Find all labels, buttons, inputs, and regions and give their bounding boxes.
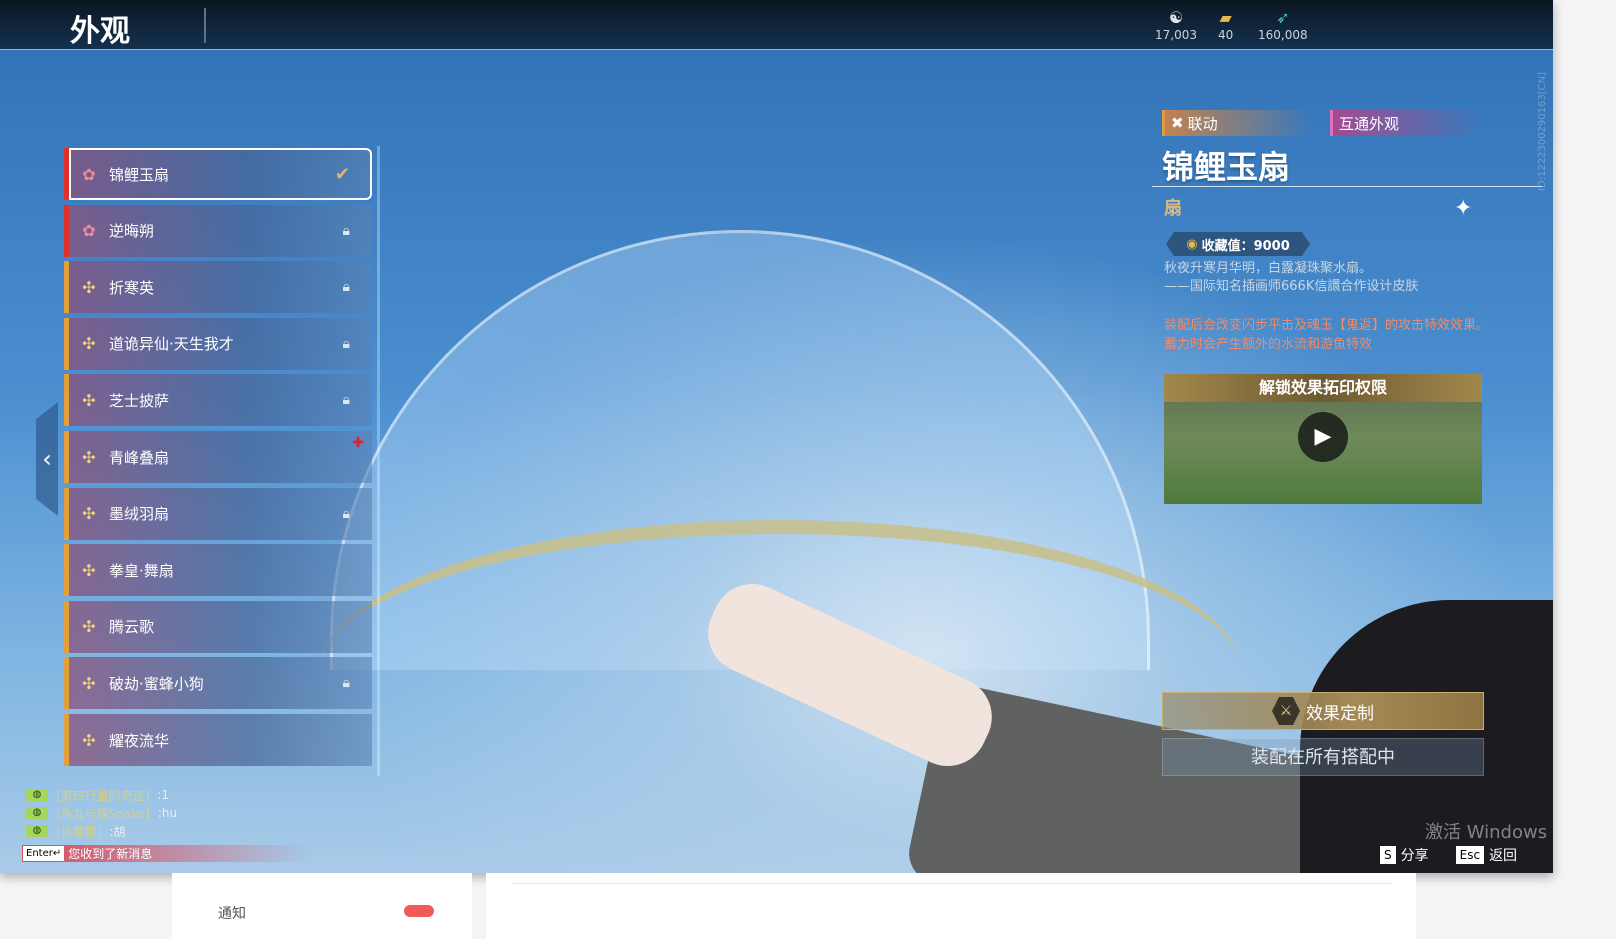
back-label[interactable]: 返回 [1489,845,1517,865]
hotkey-bar: S 分享 Esc 返回 [1380,845,1517,865]
collab-tag: ✖ 联动 [1162,110,1312,136]
chat-message: ◍ [魚丸与猫Snake]:hu [26,804,177,822]
new-message-notice[interactable]: Enter↵ 您收到了新消息 [22,845,312,862]
skin-type: 扇 [1164,198,1182,219]
skin-list-item[interactable]: ✣ 拳皇·舞扇 [64,544,372,597]
gold-ticket-icon: ▰ [1219,8,1232,27]
skin-label: 青峰叠扇 [109,448,170,467]
flower-icon: ✿ [82,164,96,184]
globe-icon: ◍ [26,807,48,819]
lock-icon: 🔒︎ [342,335,350,352]
flower-icon: ✿ [82,221,96,241]
skin-label: 折寒英 [109,278,155,297]
chat-panel[interactable]: ◍ [第四行星的奇迹]:1 ◍ [魚丸与猫Snake]:hu ◍ [认寒雪]:胡 [26,786,177,840]
page-title: 外观 [70,14,130,49]
skin-label: 芝士披萨 [109,391,170,410]
lock-icon: 🔒︎ [342,675,350,692]
check-icon: ✔ [334,163,350,185]
clover-icon: ✣ [82,673,96,693]
divider [512,883,1392,884]
skin-label: 道诡异仙·天生我才 [109,335,234,354]
currency-ticket: ▰ 40 [1218,8,1234,42]
currency-spirit: ☯ 17,003 [1155,8,1197,42]
collab-icon: ✖ [1171,114,1184,132]
skin-list-item[interactable]: ✣ 芝士披萨 🔒︎ [64,374,372,427]
skin-list-item[interactable]: ✣ 青峰叠扇 ✚ [64,431,372,483]
lock-icon: 🔒︎ [342,279,350,296]
web-sidebar: 通知 [172,873,472,939]
effect-description: 装配后会改变闪步平击及魂玉【鬼返】的攻击特效效果。 蓄力时会产生额外的水流和游鱼特… [1164,318,1490,352]
clover-icon: ✣ [82,504,96,524]
jade-feather-icon: ➶ [1276,8,1290,27]
id-text: ID:1222300290163[CN] [1537,72,1548,191]
globe-icon: ◍ [26,789,48,801]
globe-icon: ◍ [26,825,48,837]
clover-icon: ✣ [82,390,96,410]
share-key[interactable]: S [1380,846,1396,864]
list-scrollbar[interactable] [377,146,380,776]
skin-list-item[interactable]: ✣ 折寒英 🔒︎ [64,261,372,314]
clover-icon: ✣ [82,617,96,637]
collection-icon: ◉ [1186,236,1198,252]
skin-list-item[interactable]: ✣ 墨绒羽扇 🔒︎ [64,487,372,540]
clover-icon: ✣ [82,560,96,580]
windows-watermark: 激活 Windows [1425,822,1548,843]
skin-label: 腾云歌 [109,618,155,637]
sparkle-sword-icon[interactable]: ✦ [1454,196,1472,221]
clover-icon: ✣ [82,334,96,354]
notice-badge [404,905,434,917]
enter-key-hint: Enter↵ [23,846,65,861]
skin-list-item[interactable]: ✿ 锦鲤玉扇 ✔ [64,148,372,200]
collection-value: ◉ 收藏值：9000 [1166,232,1310,256]
divider [1152,186,1542,187]
notice-label[interactable]: 通知 [218,903,246,923]
skin-list-item[interactable]: ✣ 破劫·蜜蜂小狗 🔒︎ [64,657,372,710]
lock-icon: 🔒︎ [342,222,350,239]
skin-label: 耀夜流华 [109,731,170,750]
new-badge-icon: ✚ [352,435,364,451]
skin-label: 墨绒羽扇 [109,505,170,524]
skin-label: 锦鲤玉扇 [109,165,170,184]
web-content [486,873,1416,939]
sword-icon: ⚔ [1272,697,1300,725]
skin-list-item[interactable]: ✣ 道诡异仙·天生我才 🔒︎ [64,317,372,370]
shared-appearance-tag: 互通外观 [1330,110,1480,136]
equip-all-button[interactable]: 装配在所有搭配中 [1162,738,1484,776]
skin-list-item[interactable]: ✿ 逆晦朔 🔒︎ [64,204,372,257]
skin-label: 破劫·蜜蜂小狗 [109,674,204,693]
description: 秋夜升寒月华明，白露凝珠聚水扇。 ——国际知名插画师666K信譞合作设计皮肤 [1164,261,1419,294]
clover-icon: ✣ [82,447,96,467]
chat-message: ◍ [认寒雪]:胡 [26,822,177,840]
lock-icon: 🔒︎ [342,392,350,409]
skin-name: 锦鲤玉扇 [1162,148,1291,186]
top-bar: 外观 ☯ 17,003 ▰ 40 ➶ 160,008 [0,0,1553,50]
spirit-coin-icon: ☯ [1168,8,1184,27]
collapse-button[interactable]: ‹ [36,402,58,516]
game-window: 外观 ☯ 17,003 ▰ 40 ➶ 160,008 ID:1222300290163… [0,0,1553,873]
clover-icon: ✣ [82,277,96,297]
chevron-left-icon: ‹ [42,445,52,473]
clover-icon: ✣ [82,730,96,750]
skin-label: 逆晦朔 [109,222,155,241]
lock-icon: 🔒︎ [342,505,350,522]
esc-key[interactable]: Esc [1455,846,1485,864]
video-title: 解锁效果拓印权限 [1164,374,1482,402]
effect-preview-video[interactable]: 解锁效果拓印权限 ▶ [1164,374,1482,504]
share-label[interactable]: 分享 [1401,845,1429,865]
skin-list: ✿ 锦鲤玉扇 ✔ ✿ 逆晦朔 🔒︎ ✣ 折寒英 🔒︎ ✣ 道诡异仙·天生我才 🔒︎ ✣ 芝士披萨 🔒︎ ✣ 青峰… [64,146,374,776]
skin-list-item[interactable]: ✣ 腾云歌 [64,600,372,653]
chat-message: ◍ [第四行星的奇迹]:1 [26,786,177,804]
skin-label: 拳皇·舞扇 [109,561,174,580]
currency-feather: ➶ 160,008 [1258,8,1308,42]
skin-list-item[interactable]: ✣ 耀夜流华 [64,714,372,766]
divider [204,8,206,43]
customize-effect-button[interactable]: ⚔ 效果定制 [1162,692,1484,730]
play-icon[interactable]: ▶ [1298,412,1348,462]
